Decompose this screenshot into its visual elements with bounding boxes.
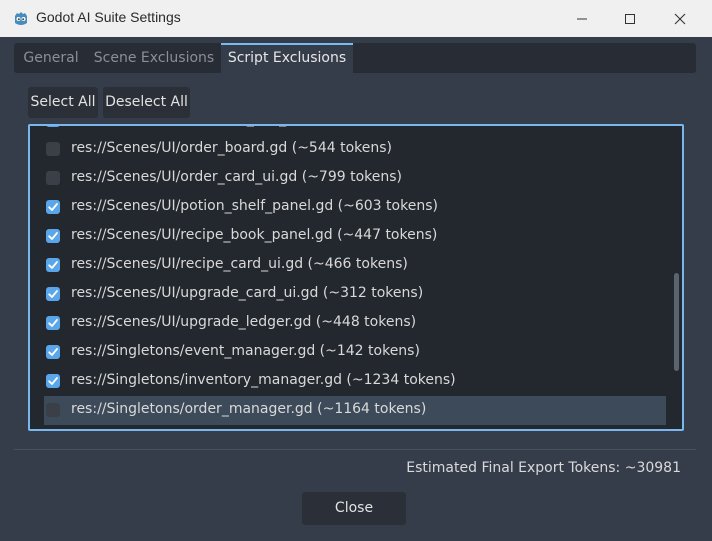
checkbox-unchecked[interactable] (46, 171, 60, 185)
script-path-label: res://Scenes/UI/recipe_book_panel.gd (~4… (71, 227, 438, 243)
checkbox-checked[interactable] (46, 258, 60, 272)
maximize-icon (625, 13, 635, 24)
script-list-item[interactable]: res://Singletons/order_manager.gd (~1164… (44, 396, 666, 425)
checkbox-checked[interactable] (46, 345, 60, 359)
dialog-content: General Scene Exclusions Script Exclusio… (0, 37, 712, 541)
checkbox-unchecked[interactable] (46, 142, 60, 156)
checkmark-icon (48, 232, 58, 240)
script-list-item[interactable]: res://Scenes/UI/recipe_card_ui.gd (~466 … (44, 251, 666, 280)
minimize-icon (577, 18, 587, 19)
close-button[interactable]: Close (302, 492, 406, 525)
footer-divider (14, 449, 696, 450)
script-path-label: res://Scenes/UI/order_card_ui.gd (~799 t… (71, 169, 403, 185)
script-list-item[interactable]: res://Scenes/UI/inventory_slot_ui.gd (~5… (44, 124, 666, 135)
deselect-all-button[interactable]: Deselect All (103, 87, 190, 118)
script-path-label: res://Singletons/event_manager.gd (~142 … (71, 343, 420, 359)
checkbox-checked[interactable] (46, 124, 60, 127)
script-list-item[interactable]: res://Scenes/UI/upgrade_card_ui.gd (~312… (44, 280, 666, 309)
script-list-item[interactable]: res://Scenes/UI/order_card_ui.gd (~799 t… (44, 164, 666, 193)
script-list-item[interactable]: res://Singletons/inventory_manager.gd (~… (44, 367, 666, 396)
close-icon (674, 13, 686, 24)
checkbox-checked[interactable] (46, 229, 60, 243)
scrollbar-thumb[interactable] (674, 273, 679, 371)
checkmark-icon (48, 203, 58, 211)
checkbox-checked[interactable] (46, 287, 60, 301)
checkbox-checked[interactable] (46, 374, 60, 388)
tab-script-exclusions[interactable]: Script Exclusions (221, 43, 353, 73)
checkmark-icon (48, 290, 58, 298)
script-path-label: res://Singletons/order_manager.gd (~1164… (71, 401, 427, 417)
script-list-items: res://Scenes/UI/inventory_slot_ui.gd (~5… (30, 124, 666, 425)
script-path-label: res://Scenes/UI/upgrade_ledger.gd (~448 … (71, 314, 417, 330)
maximize-button[interactable] (607, 0, 653, 37)
script-list-item[interactable]: res://Scenes/UI/potion_shelf_panel.gd (~… (44, 193, 666, 222)
checkmark-icon (48, 377, 58, 385)
script-path-label: res://Scenes/UI/recipe_card_ui.gd (~466 … (71, 256, 408, 272)
window-title: Godot AI Suite Settings (36, 9, 181, 25)
settings-window: Godot AI Suite Settings General Scene Ex… (0, 0, 712, 541)
checkmark-icon (47, 124, 59, 126)
checkbox-unchecked[interactable] (46, 403, 60, 417)
tab-bar: General Scene Exclusions Script Exclusio… (14, 43, 696, 73)
list-scrollbar[interactable] (674, 126, 680, 429)
checkmark-icon (48, 261, 58, 269)
checkmark-icon (48, 348, 58, 356)
checkbox-checked[interactable] (46, 200, 60, 214)
script-path-label: res://Singletons/inventory_manager.gd (~… (71, 372, 456, 388)
godot-logo-icon (12, 10, 30, 28)
checkmark-icon (48, 319, 58, 327)
script-list-item[interactable]: res://Scenes/UI/upgrade_ledger.gd (~448 … (44, 309, 666, 338)
minimize-button[interactable] (559, 0, 605, 37)
tab-general[interactable]: General (14, 43, 88, 73)
script-exclusions-panel: Select All Deselect All res://Scenes/UI/… (14, 73, 696, 431)
script-path-label: res://Scenes/UI/upgrade_card_ui.gd (~312… (71, 285, 424, 301)
script-list-item[interactable]: res://Singletons/event_manager.gd (~142 … (44, 338, 666, 367)
select-all-button[interactable]: Select All (28, 87, 98, 118)
script-path-label: res://Scenes/UI/potion_shelf_panel.gd (~… (71, 198, 438, 214)
tab-scene-exclusions[interactable]: Scene Exclusions (90, 43, 218, 73)
estimated-tokens-label: Estimated Final Export Tokens: ~30981 (406, 460, 681, 476)
script-list-item[interactable]: res://Scenes/UI/recipe_book_panel.gd (~4… (44, 222, 666, 251)
window-close-button[interactable] (657, 0, 703, 37)
title-bar: Godot AI Suite Settings (0, 0, 712, 38)
script-list-item[interactable]: res://Scenes/UI/order_board.gd (~544 tok… (44, 135, 666, 164)
script-path-label: res://Scenes/UI/order_board.gd (~544 tok… (71, 140, 392, 156)
checkbox-checked[interactable] (46, 316, 60, 330)
script-path-label: res://Scenes/UI/inventory_slot_ui.gd (~5… (71, 126, 426, 127)
script-list[interactable]: res://Scenes/UI/inventory_slot_ui.gd (~5… (28, 124, 684, 431)
